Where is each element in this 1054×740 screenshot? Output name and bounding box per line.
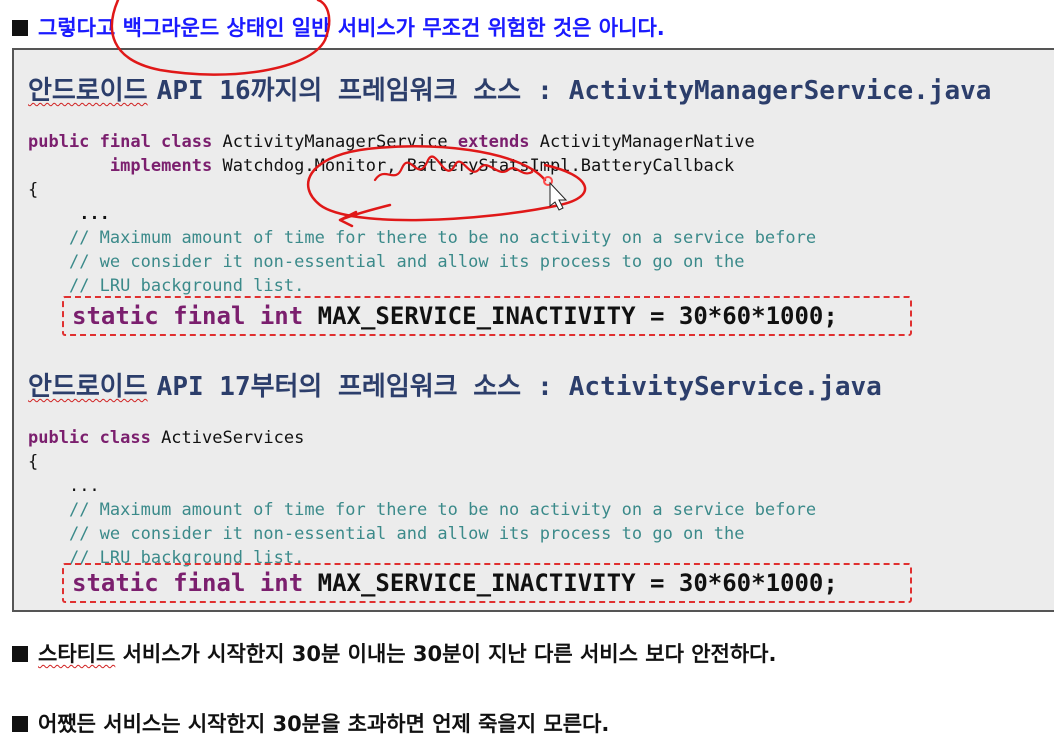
headline-text: 그렇다고 백그라운드 상태인 일반 서비스가 무조건 위험한 것은 아니다. <box>38 16 665 40</box>
code-keyword: public class <box>28 428 151 448</box>
section2-title: 안드로이드 API 17부터의 프레임워크 소스: ActivityService… <box>28 366 882 403</box>
code-comment: // Maximum amount of time for there to b… <box>68 500 817 520</box>
bullet-square-icon <box>12 646 28 662</box>
code-keyword: extends <box>457 132 530 152</box>
note-bullet-2: 어쨌든 서비스는 시작한지 30분을 초과하면 언제 죽을지 모른다. <box>12 708 609 738</box>
code-panel: 안드로이드 API 16까지의 프레임워크 소스: ActivityManager… <box>12 48 1054 612</box>
decl-keyword: static final int <box>72 569 304 597</box>
section1-title-kr: 안드로이드 <box>28 76 148 106</box>
code-keyword: implements <box>109 156 213 176</box>
section2-code: public class ActiveServices { ... // Max… <box>28 426 816 570</box>
section2-title-colon: : <box>537 372 553 402</box>
code-brace: { <box>28 180 39 200</box>
code-text: ActivityManagerService <box>212 132 458 152</box>
code-ellipsis: ... <box>79 204 110 224</box>
code-ellipsis: ... <box>68 476 100 496</box>
code-text: Watchdog.Monitor, BatteryStatsImpl.Batte… <box>212 156 735 176</box>
section1-title-file: ActivityManagerService.java <box>568 76 992 106</box>
section2-title-api: API 17부터의 프레임워크 소스 <box>156 372 522 402</box>
note2-text: 어쨌든 서비스는 시작한지 30분을 초과하면 언제 죽을지 모른다. <box>38 712 610 736</box>
code-brace: { <box>28 452 39 472</box>
headline: 그렇다고 백그라운드 상태인 일반 서비스가 무조건 위험한 것은 아니다. <box>12 12 665 42</box>
section2-highlighted-declaration: static final int MAX_SERVICE_INACTIVITY … <box>62 563 912 603</box>
decl-text: MAX_SERVICE_INACTIVITY = 30*60*1000; <box>303 569 838 597</box>
note-bullet-1: 스타티드 서비스가 시작한지 30분 이내는 30분이 지난 다른 서비스 보다… <box>12 638 776 668</box>
bullet-square-icon <box>12 716 28 732</box>
section2-title-file: ActivityService.java <box>568 372 882 402</box>
section1-title-api: API 16까지의 프레임워크 소스 <box>156 76 522 106</box>
code-text: ActiveServices <box>150 428 305 448</box>
section1-title-colon: : <box>537 76 553 106</box>
section1-code: public final class ActivityManagerServic… <box>28 130 816 298</box>
section1-title: 안드로이드 API 16까지의 프레임워크 소스: ActivityManager… <box>28 70 991 107</box>
code-text: ActivityManagerNative <box>529 132 755 152</box>
code-comment: // we consider it non-essential and allo… <box>68 252 745 272</box>
code-keyword: public final class <box>28 132 213 152</box>
section1-highlighted-declaration: static final int MAX_SERVICE_INACTIVITY … <box>62 296 912 336</box>
decl-text: MAX_SERVICE_INACTIVITY = 30*60*1000; <box>303 302 838 330</box>
bullet-square-icon <box>12 20 28 36</box>
code-comment: // Maximum amount of time for there to b… <box>68 228 817 248</box>
code-comment: // we consider it non-essential and allo… <box>68 524 745 544</box>
code-comment: // LRU background list. <box>68 276 305 296</box>
note1-prefix: 스타티드 <box>38 642 116 666</box>
decl-keyword: static final int <box>72 302 304 330</box>
note1-text: 서비스가 시작한지 30분 이내는 30분이 지난 다른 서비스 보다 안전하다… <box>115 642 777 666</box>
section2-title-kr: 안드로이드 <box>28 372 148 402</box>
